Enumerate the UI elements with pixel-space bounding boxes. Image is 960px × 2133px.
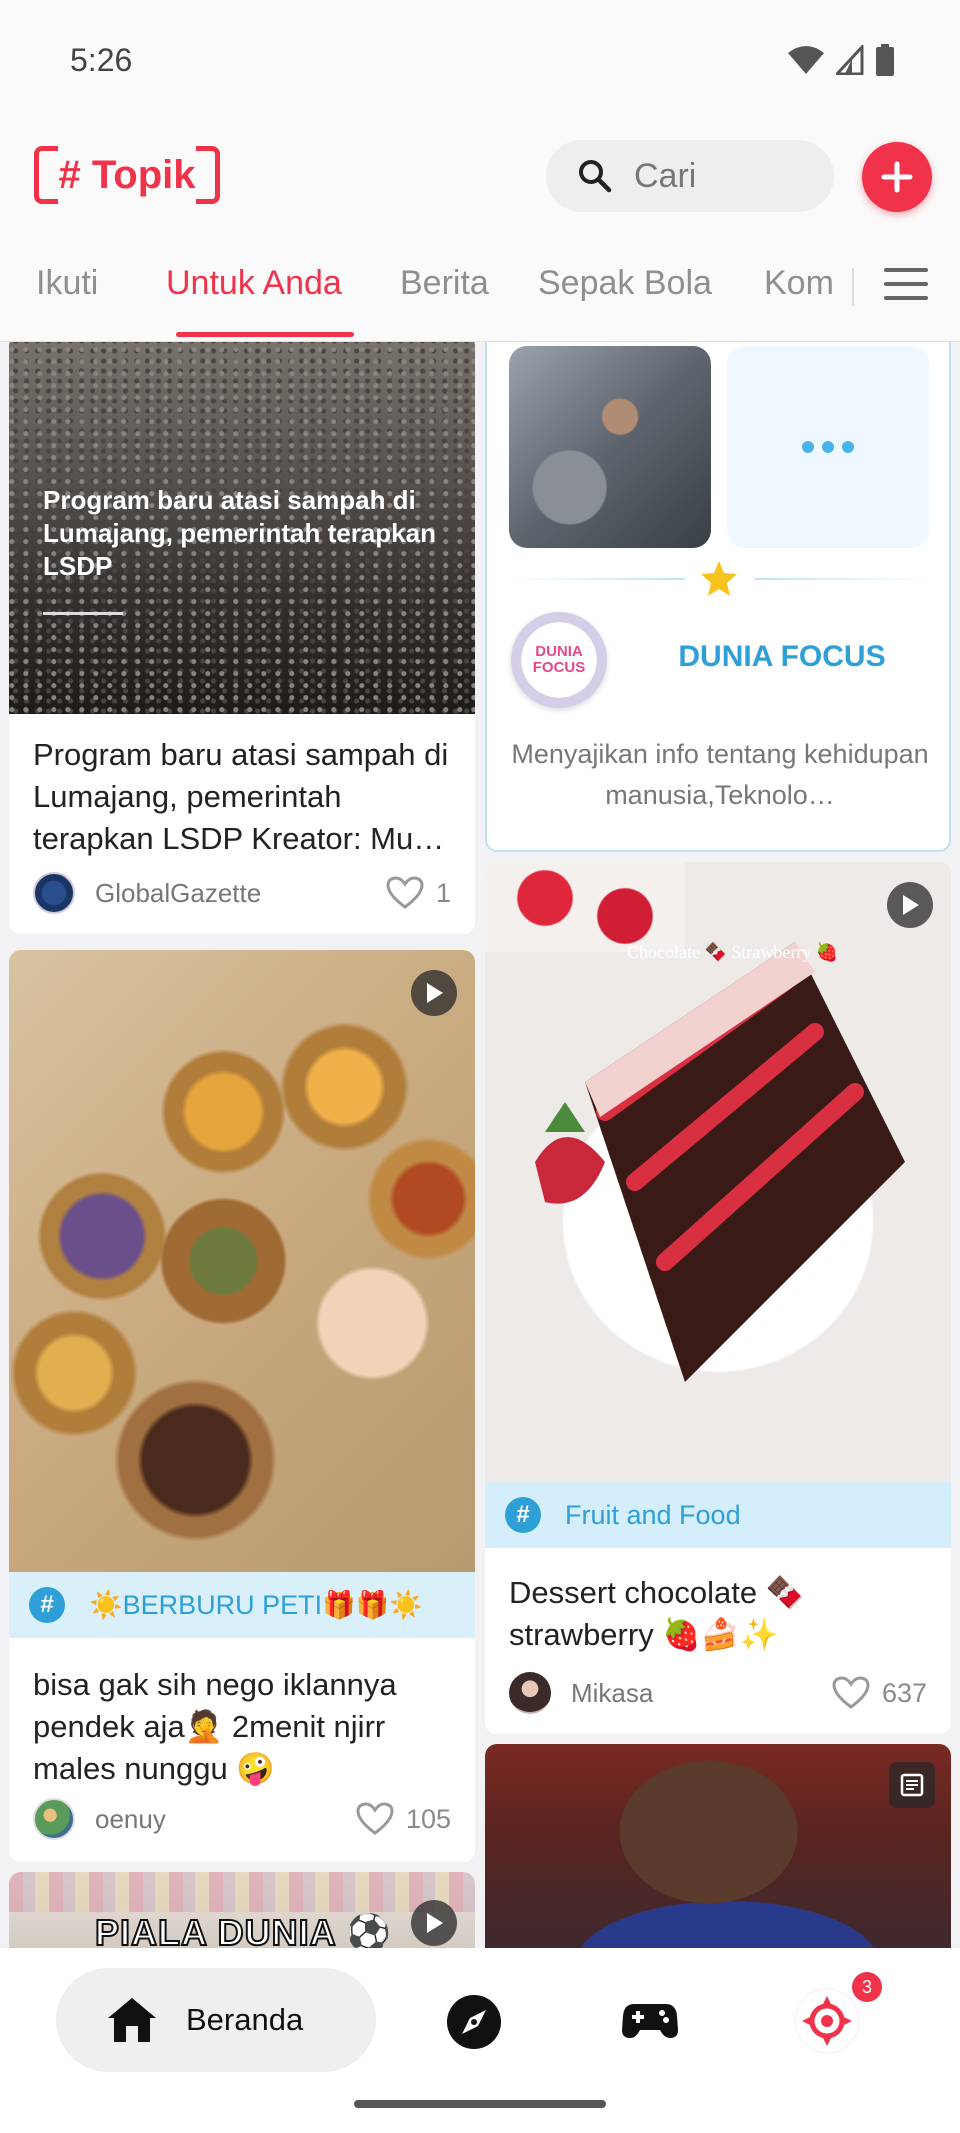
topic-label: Fruit and Food (565, 1499, 741, 1530)
home-indicator[interactable] (354, 2100, 606, 2108)
feed: Program baru atasi sampah di Lumajang, p… (0, 342, 960, 1948)
creator-name[interactable]: DUNIA FOCUS (627, 640, 937, 674)
play-icon (411, 970, 457, 1016)
notification-badge: 3 (852, 1972, 882, 2002)
wifi-icon (788, 46, 824, 74)
thumbnail-caption: Chocolate 🍫 Strawberry 🍓 (627, 942, 839, 962)
play-icon (887, 882, 933, 928)
creator-card[interactable]: DUNIA FOCUS DUNIA FOCUS Menyajikan info … (485, 342, 951, 852)
topic-tag[interactable]: # ☀️BERBURU PETI🎁🎁☀️ (9, 1572, 475, 1638)
post-card[interactable] (485, 1744, 951, 1948)
post-card[interactable]: Chocolate 🍫 Strawberry 🍓 # Fruit and Foo… (485, 862, 951, 1734)
author-name[interactable]: GlobalGazette (95, 878, 386, 909)
avatar[interactable] (509, 1672, 551, 1714)
menu-icon[interactable] (884, 268, 928, 304)
plus-icon (881, 161, 913, 193)
creator-post-thumbnail[interactable] (509, 346, 711, 548)
creator-logo-text: DUNIA FOCUS (532, 643, 586, 676)
tab-berita[interactable]: Berita (400, 264, 489, 303)
tab-komunitas[interactable]: Kom (764, 264, 834, 303)
create-post-button[interactable] (862, 142, 932, 212)
status-time: 5:26 (70, 42, 133, 78)
compass-icon[interactable] (446, 1994, 502, 2050)
hashtag-icon: # (29, 1587, 65, 1623)
category-tabs: Ikuti Untuk Anda Berita Sepak Bola Kom (0, 230, 960, 342)
like-button[interactable]: 1 (386, 876, 451, 910)
author-name[interactable]: oenuy (95, 1804, 356, 1835)
caption-underline (43, 612, 123, 615)
thumbnail-caption: Program baru atasi sampah di Lumajang, p… (43, 485, 436, 581)
post-card[interactable]: Program baru atasi sampah di Lumajang, p… (9, 342, 475, 934)
app-header: # Topik Cari (0, 120, 960, 230)
post-thumbnail[interactable]: Program baru atasi sampah di Lumajang, p… (9, 342, 475, 714)
nav-home-label: Beranda (186, 2002, 304, 2037)
topik-logo[interactable]: # Topik (34, 146, 220, 204)
nav-home-button[interactable]: Beranda (56, 1968, 376, 2072)
status-icons (788, 44, 894, 76)
avatar[interactable] (33, 1798, 75, 1840)
like-count: 105 (405, 1803, 451, 1834)
tab-divider (852, 268, 854, 306)
post-thumbnail[interactable]: Chocolate 🍫 Strawberry 🍓 (485, 862, 951, 1482)
post-thumbnail[interactable] (9, 950, 475, 1572)
creator-avatar[interactable]: DUNIA FOCUS (511, 612, 607, 708)
logo-text: # Topik (58, 152, 196, 197)
post-thumbnail[interactable] (485, 1744, 951, 1948)
like-count: 637 (881, 1677, 927, 1708)
post-meta: GlobalGazette 1 (33, 872, 451, 914)
radar-icon[interactable] (794, 1988, 860, 2054)
tab-ikuti[interactable]: Ikuti (36, 264, 98, 303)
star-icon (701, 561, 737, 596)
active-tab-indicator (176, 332, 354, 337)
tab-untuk-anda[interactable]: Untuk Anda (166, 264, 342, 303)
topic-tag[interactable]: # Fruit and Food (485, 1482, 951, 1548)
more-posts-button[interactable] (727, 346, 929, 548)
post-thumbnail[interactable]: PIALA DUNIA ⚽ (9, 1872, 475, 1948)
creator-description: Menyajikan info tentang kehidupan manusi… (511, 739, 929, 810)
tab-sepak-bola[interactable]: Sepak Bola (538, 264, 712, 303)
post-title: Dessert chocolate 🍫 strawberry 🍓🍰✨ (509, 1575, 805, 1652)
hashtag-icon: # (505, 1497, 541, 1533)
heart-icon (832, 1676, 870, 1709)
post-card[interactable]: PIALA DUNIA ⚽ (9, 1872, 475, 1948)
post-meta: oenuy 105 (33, 1798, 451, 1840)
status-bar: 5:26 (0, 0, 960, 120)
post-meta: Mikasa 637 (509, 1672, 927, 1714)
post-card[interactable]: # ☀️BERBURU PETI🎁🎁☀️ bisa gak sih nego i… (9, 950, 475, 1862)
search-icon (579, 160, 612, 193)
battery-icon (876, 44, 894, 76)
author-name[interactable]: Mikasa (571, 1678, 832, 1709)
search-placeholder: Cari (634, 156, 697, 195)
like-button[interactable]: 105 (356, 1802, 451, 1836)
heart-icon (386, 876, 424, 909)
thumbnail-caption: PIALA DUNIA ⚽ (94, 1911, 393, 1948)
gamepad-icon[interactable] (622, 2000, 678, 2040)
play-icon (411, 1900, 457, 1946)
article-icon (889, 1762, 935, 1808)
like-count: 1 (435, 877, 451, 908)
like-button[interactable]: 637 (832, 1676, 927, 1710)
post-title: Program baru atasi sampah di Lumajang, p… (33, 737, 449, 856)
signal-icon (836, 45, 864, 75)
search-bar[interactable]: Cari (546, 140, 834, 212)
avatar[interactable] (33, 872, 75, 914)
post-title: bisa gak sih nego iklannya pendek aja🤦 2… (33, 1667, 397, 1786)
topic-label: ☀️BERBURU PETI🎁🎁☀️ (89, 1590, 424, 1620)
home-icon (108, 1998, 156, 2042)
heart-icon (356, 1802, 394, 1835)
